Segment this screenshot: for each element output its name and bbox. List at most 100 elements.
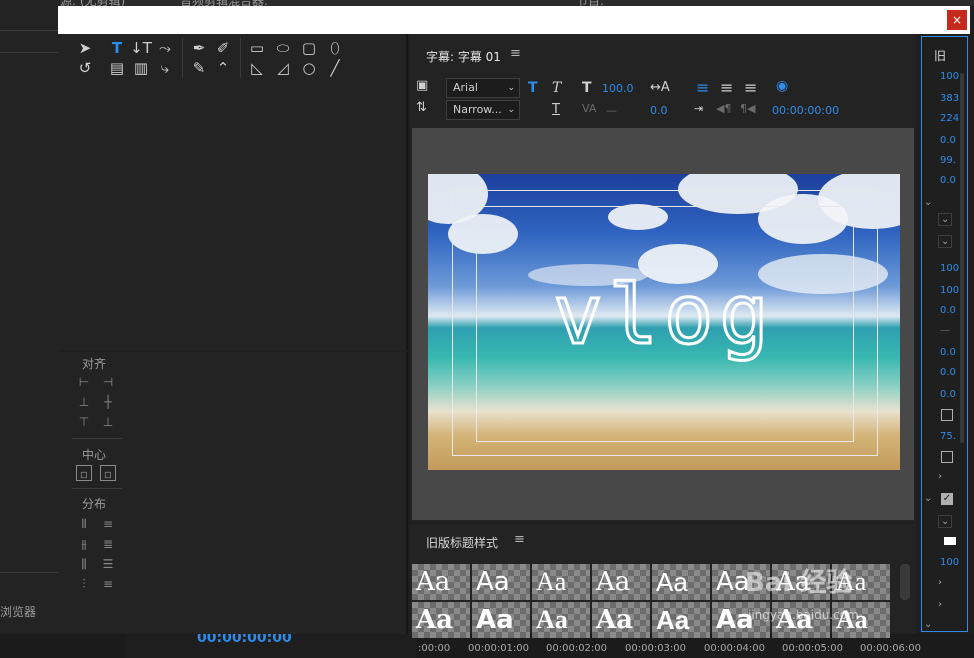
aspect-value[interactable]: 100 [940,285,959,296]
chevron-down-icon[interactable]: ⌄ [924,197,932,208]
vertical-type-tool-icon[interactable]: ↓T [130,38,152,58]
align-right-icon[interactable]: ⊣ [100,374,116,390]
rounded-corner-tool-icon[interactable]: ⬯ [324,38,346,58]
chevron-down-icon[interactable]: ⌄ [924,493,932,504]
vertical-path-type-tool-icon[interactable]: ⤷ [154,58,176,78]
align-center-text-icon[interactable]: ≡ [720,78,733,97]
chevron-down-icon[interactable]: ⌄ [938,515,953,528]
font-style-dropdown[interactable]: Narrow... ⌄ [446,100,520,120]
align-right-text-icon[interactable]: ≡ [744,78,757,97]
style-swatch[interactable]: Aa [532,602,590,638]
timeline-tick: 00:00:03:00 [625,643,687,654]
distribute-vertical-even-icon[interactable]: ☰ [100,556,116,572]
line-tool-icon[interactable]: ╱ [324,58,346,78]
distribute-space-vertical-icon[interactable]: ≡ [100,576,116,592]
distribute-horizontal-even-icon[interactable]: ⫼ [76,556,92,572]
hamburger-icon[interactable]: ≡ [510,46,521,61]
rotation-value[interactable]: 0.0 [940,135,956,146]
font-family-dropdown[interactable]: Arial ⌄ [446,78,520,98]
selection-tool-icon[interactable]: ➤ [74,38,96,58]
y-position-value[interactable]: 224 [940,113,959,124]
fill-opacity-value[interactable]: 100 [940,557,959,568]
rounded-rectangle-tool-icon[interactable]: ▢ [298,38,320,58]
style-swatch[interactable]: Aa [412,564,470,600]
vertical-area-type-tool-icon[interactable]: ▥ [130,58,152,78]
type-tool-icon[interactable]: T [106,38,128,58]
clipped-rectangle-tool-icon[interactable]: ⬭ [272,38,294,58]
title-text-object[interactable]: vlog [428,267,900,365]
style-swatch[interactable]: Aa [592,564,650,600]
roll-crawl-icon[interactable]: ⇅ [416,100,427,115]
style-swatch[interactable]: Aa [652,564,710,600]
distribute-left-icon[interactable]: ⫴ [76,516,92,532]
underline-icon[interactable]: T [552,102,560,117]
font-size-prop-value[interactable]: 100 [940,263,959,274]
add-anchor-tool-icon[interactable]: ✎ [188,58,210,78]
align-top-icon[interactable]: ⊤ [76,414,92,430]
font-size-value[interactable]: 100.0 [602,82,634,95]
underline-checkbox[interactable] [941,451,953,463]
align-left-icon[interactable]: ⊢ [76,374,92,390]
width-value[interactable]: 99. [940,155,956,166]
center-horizontal-icon[interactable]: ▫ [76,465,92,481]
distribute-right-icon[interactable]: ≡ [100,516,116,532]
distribute-center-icon[interactable]: ⫵ [76,536,92,552]
new-title-icon[interactable]: ▣ [416,78,428,93]
align-vertical-center-icon[interactable]: ┼ [100,394,116,410]
title-panel-tab[interactable]: 字幕: 字幕 01 [426,48,501,65]
style-swatch[interactable]: Aa [592,602,650,638]
slant-value[interactable]: 0.0 [940,389,956,400]
leading-prop-value[interactable]: 0.0 [940,305,956,316]
kerning-value[interactable]: 0.0 [650,104,668,117]
background-video-icon[interactable]: ◉ [776,78,788,94]
wedge-tool-icon[interactable]: ◺ [246,58,268,78]
style-swatch[interactable]: Aa [532,564,590,600]
browser-tab-label[interactable]: 浏览器 [0,603,36,620]
scrollbar[interactable] [960,73,964,443]
arc-tool-icon[interactable]: ◿ [272,58,294,78]
chevron-down-icon[interactable]: ⌄ [938,213,953,226]
chevron-right-icon[interactable]: › [938,577,942,588]
chevron-down-icon[interactable]: ⌄ [924,619,932,630]
style-swatch[interactable]: Aa [472,602,530,638]
close-button[interactable]: × [947,10,967,30]
chevron-right-icon[interactable]: › [938,471,942,482]
distribute-space-icon[interactable]: ⫶ [76,576,92,592]
chevron-down-icon[interactable]: ⌄ [938,235,953,248]
beach-video-frame[interactable]: vlog [428,174,900,470]
small-caps-size-value[interactable]: 75. [940,431,956,442]
background-timecode[interactable]: 00:00:00:00 [772,104,839,117]
convert-anchor-tool-icon[interactable]: ⌃ [212,58,234,78]
align-bottom-icon[interactable]: ⊥ [100,414,116,430]
bold-icon[interactable]: T [528,80,538,96]
tracking-value[interactable]: 0.0 [940,347,956,358]
tab-stops-icon[interactable]: ⇥ [694,102,703,115]
x-position-value[interactable]: 383 [940,93,959,104]
style-swatch[interactable]: Aa [412,602,470,638]
dialog-title-bar[interactable]: × [58,6,970,34]
align-horizontal-center-icon[interactable]: ⊥ [76,394,92,410]
leading-icon: VA [582,102,597,115]
fill-checkbox[interactable]: ✓ [941,493,953,505]
scrollbar[interactable] [900,564,910,600]
path-type-tool-icon[interactable]: ⤳ [154,38,176,58]
baseline-shift-value[interactable]: 0.0 [940,367,956,378]
distribute-middle-icon[interactable]: ≣ [100,536,116,552]
rectangle-tool-icon[interactable]: ▭ [246,38,268,58]
style-swatch[interactable]: Aa [472,564,530,600]
chevron-right-icon[interactable]: › [938,599,942,610]
align-left-text-icon[interactable]: ≡ [696,78,709,97]
delete-anchor-tool-icon[interactable]: ✐ [212,38,234,58]
italic-icon[interactable]: T [552,80,561,96]
rotation-tool-icon[interactable]: ↺ [74,58,96,78]
hamburger-icon[interactable]: ≡ [514,532,525,547]
area-type-tool-icon[interactable]: ▤ [106,58,128,78]
style-swatch[interactable]: Aa [652,602,710,638]
pen-tool-icon[interactable]: ✒ [188,38,210,58]
opacity-value[interactable]: 100 [940,71,959,82]
height-value[interactable]: 0.0 [940,175,956,186]
ellipse-tool-icon[interactable]: ○ [298,58,320,78]
center-vertical-icon[interactable]: ▫ [100,465,116,481]
fill-color-swatch[interactable] [944,537,956,545]
small-caps-checkbox[interactable] [941,409,953,421]
